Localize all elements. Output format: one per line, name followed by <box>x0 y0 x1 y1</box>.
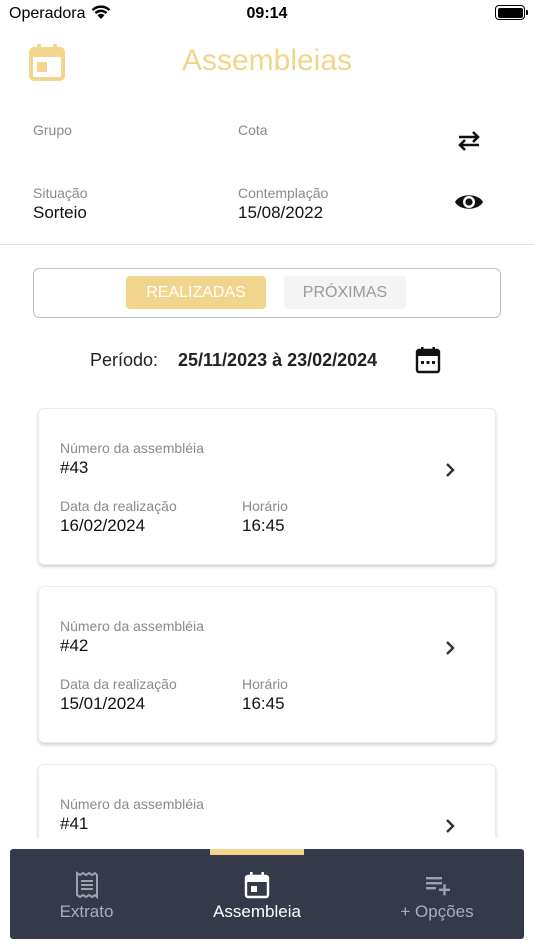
period-label: Período: <box>90 350 159 370</box>
numero-label: Número da assembléia <box>60 796 204 812</box>
tab-label: Assembleia <box>213 902 301 921</box>
numero-value: #41 <box>60 814 89 833</box>
tab-mais-opcoes[interactable]: + Opções <box>360 849 514 939</box>
data-label: Data da realização <box>60 676 177 692</box>
chevron-right-icon <box>446 819 455 833</box>
tab-realizadas[interactable]: REALIZADAS <box>126 276 266 309</box>
status-bar: Operadora 09:14 <box>0 0 534 28</box>
swap-icon[interactable] <box>455 128 483 154</box>
numero-value: #42 <box>60 636 89 655</box>
tab-label: + Opções <box>400 902 474 921</box>
horario-label: Horário <box>242 676 288 692</box>
numero-label: Número da assembléia <box>60 440 204 456</box>
period-range[interactable]: 25/11/2023 à 23/02/2024 <box>178 350 377 371</box>
chevron-right-icon <box>446 641 455 655</box>
assembly-list[interactable]: Número da assembléia #43 Data da realiza… <box>0 400 534 838</box>
grupo-label: Grupo <box>33 122 72 138</box>
chevron-right-icon <box>446 463 455 477</box>
section-divider <box>0 244 534 245</box>
receipt-icon <box>76 871 98 899</box>
situacao-label: Situação <box>33 185 88 201</box>
contemplacao-value: 15/08/2022 <box>238 203 324 222</box>
assembly-card[interactable]: Número da assembléia #42 Data da realiza… <box>38 586 496 743</box>
situacao-value: Sorteio <box>33 203 87 222</box>
eye-icon[interactable] <box>454 190 484 214</box>
calendar-icon <box>244 872 270 899</box>
segmented-control: REALIZADAS PRÓXIMAS <box>33 268 501 318</box>
assembly-card[interactable]: Número da assembléia #41 <box>38 764 496 838</box>
horario-label: Horário <box>242 498 288 514</box>
data-value: 16/02/2024 <box>60 516 146 535</box>
tab-assembleia[interactable]: Assembleia <box>180 849 334 939</box>
tab-proximas[interactable]: PRÓXIMAS <box>284 276 406 309</box>
bottom-tab-bar: Extrato Assembleia + Opções <box>10 849 524 939</box>
cota-label: Cota <box>238 122 268 138</box>
horario-value: 16:45 <box>242 694 285 713</box>
assembly-card[interactable]: Número da assembléia #43 Data da realiza… <box>38 408 496 565</box>
data-label: Data da realização <box>60 498 177 514</box>
battery-icon <box>495 5 528 20</box>
tab-extrato[interactable]: Extrato <box>10 849 163 939</box>
data-value: 15/01/2024 <box>60 694 146 713</box>
horario-value: 16:45 <box>242 516 285 535</box>
page-title: Assembleias <box>181 44 353 77</box>
numero-label: Número da assembléia <box>60 618 204 634</box>
numero-value: #43 <box>60 458 89 477</box>
tab-label: Extrato <box>59 902 114 921</box>
playlist-add-icon <box>426 877 450 896</box>
status-time: 09:14 <box>246 5 288 22</box>
contemplacao-label: Contemplação <box>238 185 329 201</box>
calendar-icon[interactable] <box>415 346 441 374</box>
